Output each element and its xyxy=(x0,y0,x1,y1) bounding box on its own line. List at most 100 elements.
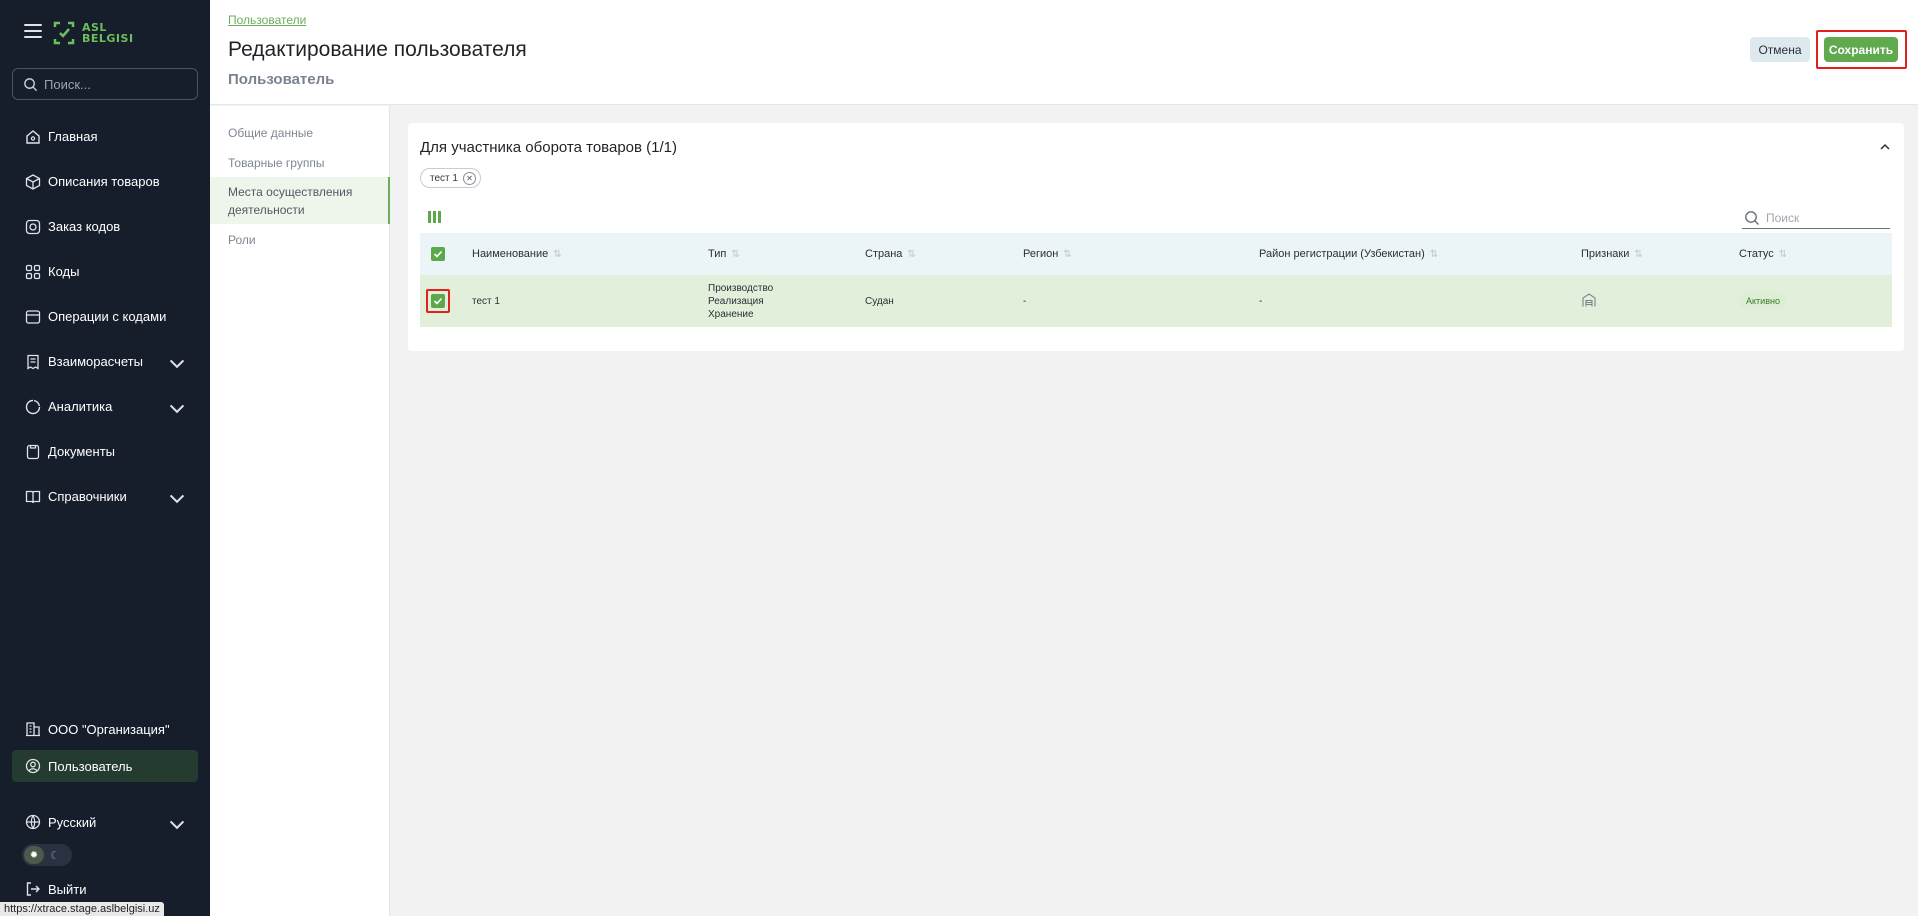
column-header-type[interactable]: Тип ⇅ xyxy=(708,233,865,275)
sidebar-item-label: Заказ кодов xyxy=(48,219,121,234)
section-tab-general[interactable]: Общие данные xyxy=(210,125,331,141)
sidebar-item-codes[interactable]: Коды xyxy=(12,249,198,294)
chevron-down-icon xyxy=(169,820,185,830)
sidebar-search-input[interactable] xyxy=(44,76,194,92)
chip-label: тест 1 xyxy=(430,172,458,184)
language-label: Русский xyxy=(48,814,97,830)
table-search-input[interactable] xyxy=(1766,210,1886,225)
save-button[interactable]: Сохранить xyxy=(1824,37,1898,62)
logout-button[interactable]: Выйти xyxy=(24,880,87,898)
sidebar-item-directories[interactable]: Справочники xyxy=(12,474,198,519)
page-title: Редактирование пользователя xyxy=(228,38,527,61)
columns-icon[interactable] xyxy=(428,211,442,223)
cell-district: - xyxy=(1259,295,1263,307)
sidebar-item-label: Главная xyxy=(48,129,98,144)
column-header-country[interactable]: Страна ⇅ xyxy=(865,233,1023,275)
logo-text-bottom: BELGISI xyxy=(82,32,134,45)
sidebar-item-code-operations[interactable]: Операции с кодами xyxy=(12,294,198,339)
sidebar-item-products[interactable]: Описания товаров xyxy=(12,159,198,204)
analytics-icon xyxy=(25,399,41,414)
sort-icon[interactable]: ⇅ xyxy=(1063,249,1071,260)
chevron-down-icon[interactable] xyxy=(168,399,186,417)
chevron-up-icon[interactable] xyxy=(1878,140,1892,154)
sun-icon[interactable]: ✹ xyxy=(24,846,44,864)
type-item: Хранение xyxy=(708,308,754,320)
check-icon xyxy=(433,250,443,258)
language-selector[interactable]: Русский xyxy=(12,806,198,838)
table-header-row: Наименование ⇅ Тип ⇅ Страна ⇅ Регион ⇅ Район… xyxy=(420,233,1892,275)
places-card: Для участника оборота товаров (1/1) тест… xyxy=(408,123,1904,351)
logout-icon xyxy=(26,882,40,896)
sidebar-item-label: Взаиморасчеты xyxy=(48,354,143,369)
column-label: Тип xyxy=(708,248,727,260)
box-icon xyxy=(25,173,41,190)
sidebar-item-label: Документы xyxy=(48,444,116,459)
sidebar-item-label: Операции с кодами xyxy=(48,309,167,324)
codes-icon xyxy=(25,264,41,279)
sidebar-item-label: Описания товаров xyxy=(48,174,160,189)
sort-icon[interactable]: ⇅ xyxy=(1779,249,1787,260)
sort-icon[interactable]: ⇅ xyxy=(1430,249,1438,260)
building-icon xyxy=(26,722,40,737)
sidebar: ASL BELGISI Главная Описания товаров Зак… xyxy=(0,0,210,916)
moon-icon[interactable]: ☾ xyxy=(44,846,66,864)
user-label: Пользователь xyxy=(48,758,133,774)
theme-toggle[interactable]: ✹ ☾ xyxy=(22,844,72,866)
order-icon xyxy=(25,219,41,234)
chevron-down-icon[interactable] xyxy=(168,354,186,372)
section-nav: Общие данные Товарные группы Места осуще… xyxy=(210,106,390,916)
page-header: Пользователи Редактирование пользователя… xyxy=(210,0,1918,105)
document-icon xyxy=(26,444,40,459)
column-header-district[interactable]: Район регистрации (Узбекистан) ⇅ xyxy=(1259,233,1581,275)
user-icon xyxy=(25,758,41,774)
page-subtitle: Пользователь xyxy=(228,71,335,88)
sort-icon[interactable]: ⇅ xyxy=(553,249,561,260)
sidebar-item-analytics[interactable]: Аналитика xyxy=(12,384,198,429)
column-label: Страна xyxy=(865,248,903,260)
type-item: Реализация xyxy=(708,295,764,307)
sidebar-nav: Главная Описания товаров Заказ кодов Код… xyxy=(12,114,198,519)
section-tab-roles[interactable]: Роли xyxy=(210,232,274,248)
column-header-signs[interactable]: Признаки ⇅ xyxy=(1581,233,1739,275)
sidebar-item-code-orders[interactable]: Заказ кодов xyxy=(12,204,198,249)
cell-country: Судан xyxy=(865,295,894,307)
logo[interactable]: ASL BELGISI xyxy=(52,17,142,49)
status-bar-url: https://xtrace.stage.aslbelgisi.uz xyxy=(0,902,164,916)
column-header-status[interactable]: Статус ⇅ xyxy=(1739,233,1892,275)
sort-icon[interactable]: ⇅ xyxy=(1634,249,1642,260)
table-row[interactable]: тест 1 Производство Реализация Хранение … xyxy=(420,275,1892,327)
row-checkbox-highlight xyxy=(426,289,450,313)
column-label: Регион xyxy=(1023,248,1059,260)
chevron-down-icon[interactable] xyxy=(168,489,186,507)
sidebar-search[interactable] xyxy=(12,68,198,100)
column-header-region[interactable]: Регион ⇅ xyxy=(1023,233,1259,275)
menu-icon[interactable] xyxy=(24,24,42,38)
table-search[interactable] xyxy=(1742,207,1890,229)
section-tab-product-groups[interactable]: Товарные группы xyxy=(210,155,342,171)
status-badge: Активно xyxy=(1739,293,1787,309)
sidebar-item-label: Аналитика xyxy=(48,399,113,414)
warehouse-icon xyxy=(1582,292,1596,306)
sort-icon[interactable]: ⇅ xyxy=(907,249,915,260)
section-tab-places[interactable]: Места осуществления деятельности xyxy=(210,177,390,224)
column-label: Район регистрации (Узбекистан) xyxy=(1259,248,1425,260)
close-icon[interactable]: ✕ xyxy=(462,171,476,185)
column-header-name[interactable]: Наименование ⇅ xyxy=(472,233,708,275)
sidebar-item-organization[interactable]: ООО "Организация" xyxy=(12,713,198,745)
type-item: Производство xyxy=(708,282,774,294)
sort-icon[interactable]: ⇅ xyxy=(731,249,739,260)
card-title: Для участника оборота товаров (1/1) xyxy=(420,139,677,156)
cancel-button[interactable]: Отмена xyxy=(1750,37,1810,62)
places-table: Наименование ⇅ Тип ⇅ Страна ⇅ Регион ⇅ Район… xyxy=(420,233,1892,327)
column-label: Наименование xyxy=(472,248,549,260)
book-icon xyxy=(25,490,41,503)
sidebar-item-documents[interactable]: Документы xyxy=(12,429,198,474)
select-all-checkbox[interactable] xyxy=(431,246,445,261)
check-icon xyxy=(433,297,443,305)
sidebar-item-home[interactable]: Главная xyxy=(12,114,198,159)
row-checkbox[interactable] xyxy=(431,294,445,308)
filter-chip: тест 1 ✕ xyxy=(420,168,481,188)
breadcrumb[interactable]: Пользователи xyxy=(228,13,306,27)
sidebar-item-user[interactable]: Пользователь xyxy=(12,750,198,782)
sidebar-item-settlements[interactable]: Взаиморасчеты xyxy=(12,339,198,384)
